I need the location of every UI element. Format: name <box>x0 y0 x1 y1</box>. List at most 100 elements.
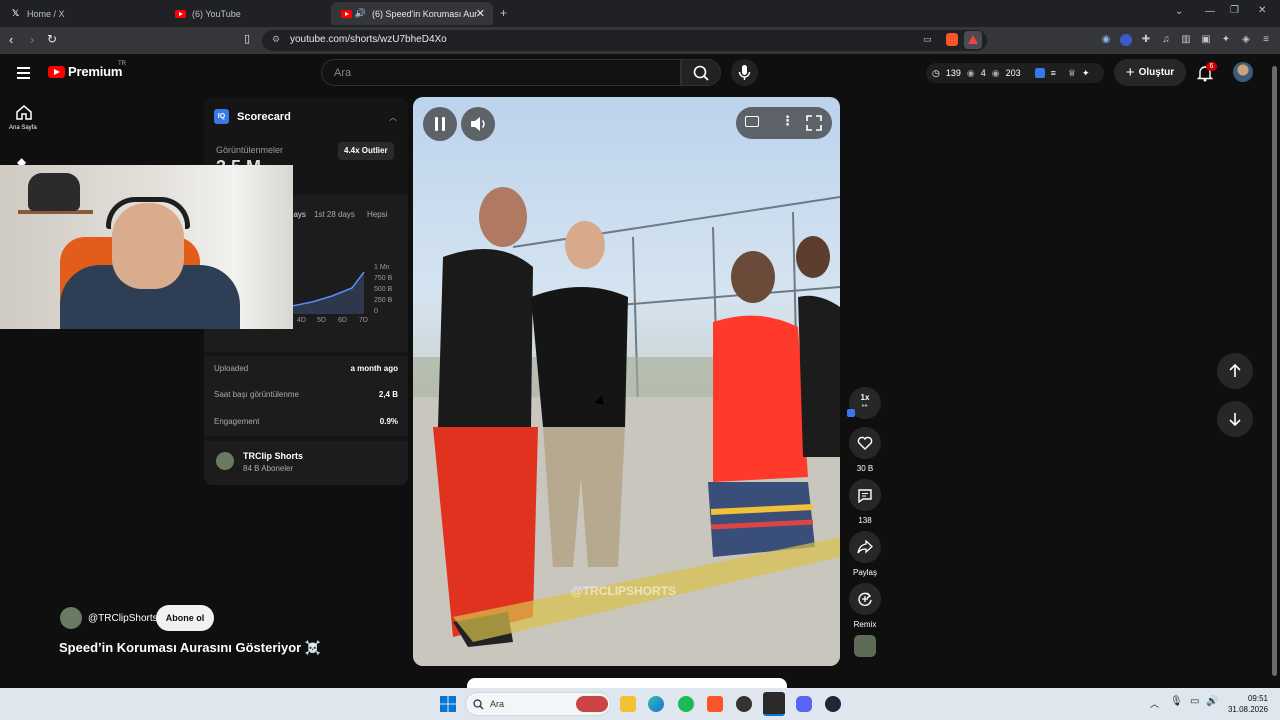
channel-avatar[interactable] <box>60 607 82 629</box>
arrow-up-icon <box>1229 364 1241 377</box>
close-window-icon[interactable]: ✕ <box>1258 5 1266 16</box>
back-icon[interactable]: ‹ <box>9 32 13 47</box>
comments-button[interactable]: 138 <box>849 479 881 525</box>
clock-date: 31.08.2026 <box>1227 705 1268 714</box>
page-scrollbar[interactable] <box>1270 54 1280 688</box>
discord-icon[interactable] <box>796 696 812 712</box>
next-short-button[interactable] <box>1217 401 1253 437</box>
shorts-video-player[interactable]: ⋮ @TRCLIPSHORTS <box>413 97 840 666</box>
tab-youtube[interactable]: (6) YouTube <box>165 2 330 25</box>
vidiq-mini-icon <box>847 409 855 417</box>
pause-button[interactable] <box>423 107 457 141</box>
channel-name: TRClip Shorts <box>243 451 303 461</box>
list-icon: ≡ <box>1050 68 1056 78</box>
fullscreen-icon[interactable] <box>806 115 822 131</box>
search-input[interactable]: Ara <box>321 59 681 86</box>
speed-label: 1x <box>860 393 870 402</box>
maximize-icon[interactable]: ❐ <box>1230 5 1239 16</box>
audio-thumbnail[interactable] <box>854 635 876 657</box>
chevron-up-icon[interactable]: ︿ <box>1150 697 1159 710</box>
edge-icon[interactable] <box>648 696 664 712</box>
home-icon[interactable] <box>15 104 33 121</box>
windows-start-icon[interactable] <box>440 696 456 712</box>
obs-icon[interactable] <box>736 696 752 712</box>
tab-home-x[interactable]: 𝕏 Home / X <box>0 2 165 25</box>
puzzle-icon[interactable]: ✚ <box>1140 34 1152 46</box>
extension-icon[interactable]: ◉ <box>1100 34 1112 46</box>
brave-rewards-icon[interactable] <box>964 31 982 49</box>
wallet-icon[interactable]: ▣ <box>1200 34 1212 46</box>
outlier-badge: 4.4x Outlier <box>338 142 394 160</box>
tab-active-video[interactable]: 🔊 (6) Speed'in Koruması Aurasını ✕ <box>331 2 493 25</box>
voice-search-button[interactable] <box>731 59 758 86</box>
site-settings-icon[interactable]: ⚙ <box>272 34 280 45</box>
reload-icon[interactable]: ↻ <box>47 32 57 46</box>
vpn-icon[interactable]: ◈ <box>1240 34 1252 46</box>
taskbar-search-input[interactable]: Ara <box>465 692 611 716</box>
stat-eye1: 4 <box>980 68 986 78</box>
plus-icon: + <box>1125 64 1135 81</box>
tab-search-chevron-icon[interactable]: ⌄ <box>1175 6 1183 17</box>
network-icon[interactable]: ▭ <box>1190 696 1199 707</box>
create-button[interactable]: + Oluştur <box>1114 59 1186 86</box>
like-button[interactable]: 30 B <box>849 427 881 473</box>
spotify-icon[interactable] <box>678 696 694 712</box>
url-field[interactable]: ⚙ youtube.com/shorts/wzU7bheD4Xo ▭ <box>262 30 987 51</box>
cast-icon[interactable]: ▭ <box>923 34 932 45</box>
share-circle <box>849 531 881 563</box>
steam-icon[interactable] <box>825 696 841 712</box>
mute-button[interactable] <box>461 107 495 141</box>
remix-button[interactable]: Remix <box>849 583 881 629</box>
extension-stats-bar[interactable]: ◷ 139 ◉ 4 ◉ 203 ≡ ♕ ✦ <box>926 63 1104 83</box>
chart-xtick: 5D <box>317 317 326 324</box>
minimize-icon[interactable]: — <box>1205 6 1215 17</box>
chart-xtick: 4D <box>297 317 306 324</box>
share-button[interactable]: Paylaş <box>849 531 881 577</box>
search-button[interactable] <box>681 59 721 86</box>
collapse-chevron-icon[interactable]: ︿ <box>389 112 397 123</box>
youtube-premium-logo[interactable]: Premium TR <box>48 61 126 79</box>
more-options-icon[interactable]: ⋮ <box>781 113 794 129</box>
fast-forward-icon: ▸▸ <box>861 403 869 409</box>
microphone-tray-icon[interactable]: 🎙 <box>1170 696 1183 707</box>
remix-label: Remix <box>853 620 877 629</box>
sidebar-item-home[interactable]: Ana Sayfa <box>9 125 37 131</box>
new-tab-icon[interactable]: + <box>500 6 507 20</box>
share-icon <box>857 540 873 554</box>
metric-row-engagement: Engagement 0.9% <box>214 417 398 426</box>
terminal-icon[interactable] <box>763 692 785 716</box>
subscribe-button[interactable]: Abone ol <box>156 605 214 631</box>
brave-shield-icon[interactable] <box>946 33 958 46</box>
brave-icon[interactable] <box>707 696 723 712</box>
scrollbar-thumb[interactable] <box>1272 66 1277 676</box>
extension-icon[interactable] <box>1120 34 1132 46</box>
scorecard-channel[interactable]: TRClip Shorts 84 B Aboneler <box>204 441 408 485</box>
channel-handle[interactable]: @TRClipShorts <box>88 613 158 624</box>
avatar[interactable] <box>1233 62 1253 82</box>
file-explorer-icon[interactable] <box>620 696 636 712</box>
volume-icon <box>471 117 485 131</box>
volume-tray-icon[interactable]: 🔊 <box>1206 696 1218 707</box>
tab-label: Home / X <box>27 8 65 19</box>
captions-icon[interactable] <box>745 116 759 127</box>
menu-icon[interactable] <box>17 67 30 82</box>
bookmark-icon[interactable]: ▯ <box>244 32 250 45</box>
music-icon[interactable]: ♫ <box>1160 34 1172 46</box>
system-clock[interactable]: 09:51 31.08.2026 <box>1226 693 1268 715</box>
forward-icon[interactable]: › <box>30 32 34 47</box>
tab-all[interactable]: Hepsi <box>367 210 387 219</box>
search-icon <box>693 65 709 81</box>
comment-count: 138 <box>858 516 872 525</box>
scorecard-header[interactable]: IQ Scorecard <box>214 109 291 124</box>
browser-menu-icon[interactable]: ≡ <box>1260 34 1272 46</box>
clock-time: 09:51 <box>1247 694 1268 703</box>
video-watermark: @TRCLIPSHORTS <box>571 584 677 598</box>
close-tab-icon[interactable]: ✕ <box>476 7 485 20</box>
ai-sparkle-icon[interactable]: ✦ <box>1220 34 1232 46</box>
microphone-icon <box>738 65 751 80</box>
tab-first-28-days[interactable]: 1st 28 days <box>314 210 355 219</box>
like-count: 30 B <box>856 464 874 473</box>
sidebar-icon[interactable]: ▥ <box>1180 34 1192 46</box>
eye-icon: ◉ <box>991 67 1000 78</box>
previous-short-button[interactable] <box>1217 353 1253 389</box>
